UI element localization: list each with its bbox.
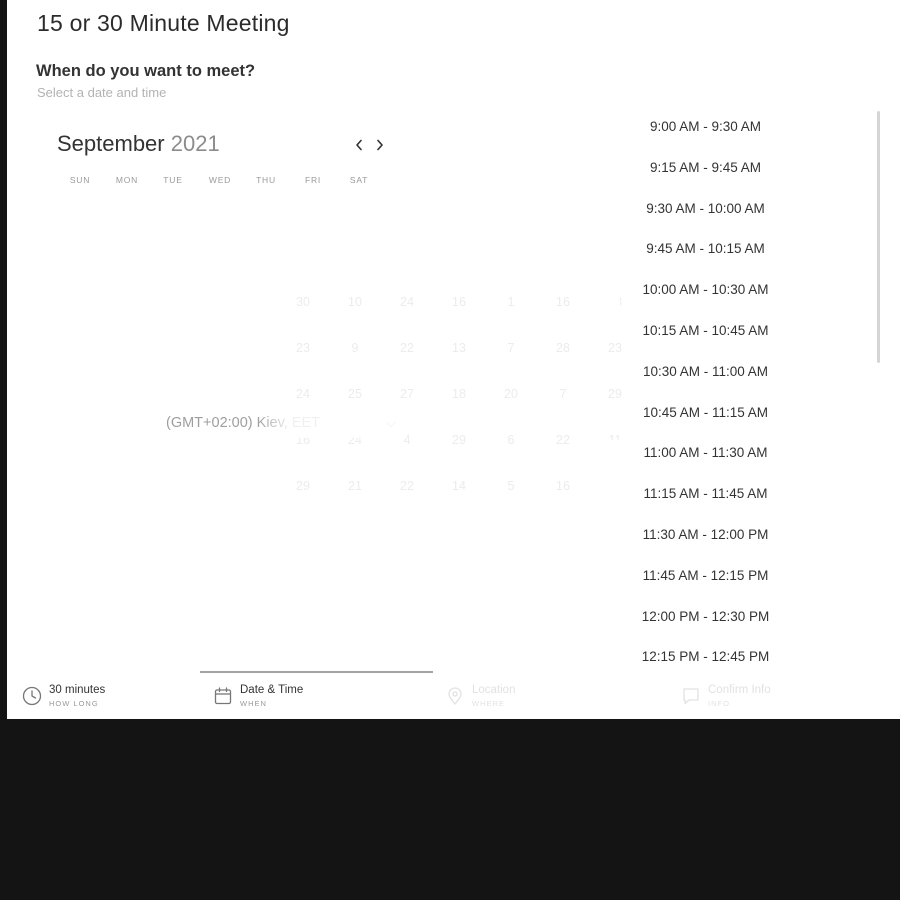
- time-slot[interactable]: 11:45 AM - 12:15 PM: [567, 560, 844, 601]
- calendar-day[interactable]: 5: [485, 479, 537, 493]
- time-slot[interactable]: 12:15 PM - 12:45 PM: [567, 641, 844, 682]
- active-step-indicator: [200, 671, 433, 673]
- prev-month-button[interactable]: [352, 137, 366, 153]
- weekday-label: SUN: [69, 175, 91, 185]
- step-sublabel: HOW LONG: [49, 699, 99, 708]
- calendar-day[interactable]: 7: [485, 341, 537, 355]
- calendar-day[interactable]: 29: [433, 433, 485, 447]
- year-label: 2021: [170, 131, 220, 156]
- calendar-day[interactable]: 22: [381, 479, 433, 493]
- chat-icon: [683, 688, 699, 705]
- calendar-day[interactable]: 21: [329, 479, 381, 493]
- weekday-label: TUE: [163, 175, 183, 185]
- time-slot[interactable]: 12:00 PM - 12:30 PM: [567, 601, 844, 642]
- calendar-month-title: September 2021: [57, 131, 220, 157]
- calendar-day[interactable]: 22: [381, 341, 433, 355]
- month-name: September: [57, 131, 165, 156]
- calendar-day[interactable]: 25: [329, 387, 381, 401]
- page-title: 15 or 30 Minute Meeting: [37, 10, 290, 36]
- step-sublabel: INFO: [708, 699, 730, 708]
- calendar-day[interactable]: 10: [329, 295, 381, 309]
- time-slot[interactable]: 9:15 AM - 9:45 AM: [567, 152, 844, 193]
- booking-panel: 15 or 30 Minute Meeting When do you want…: [7, 0, 900, 719]
- glitch-patch: [590, 277, 620, 309]
- section-subtext: Select a date and time: [37, 85, 167, 100]
- calendar-day[interactable]: 6: [485, 433, 537, 447]
- time-slot[interactable]: 9:00 AM - 9:30 AM: [567, 111, 844, 152]
- glitch-patch: [257, 408, 407, 438]
- calendar-day[interactable]: 30: [277, 295, 329, 309]
- calendar-day[interactable]: 14: [433, 479, 485, 493]
- calendar-day[interactable]: 20: [485, 387, 537, 401]
- calendar-day[interactable]: 1: [485, 295, 537, 309]
- step-label: Date & Time: [240, 684, 304, 696]
- step-label: Location: [472, 684, 516, 696]
- chevron-right-icon: [377, 139, 383, 151]
- chevron-left-icon: [356, 139, 362, 151]
- location-pin-icon: [448, 687, 462, 706]
- time-slot[interactable]: 11:30 AM - 12:00 PM: [567, 519, 844, 560]
- time-slot[interactable]: 9:45 AM - 10:15 AM: [567, 233, 844, 274]
- clock-icon: [22, 686, 42, 706]
- weekday-header: SUN MON TUE WED THU FRI SAT: [57, 175, 387, 187]
- calendar-day[interactable]: 16: [433, 295, 485, 309]
- weekday-label: FRI: [304, 175, 322, 185]
- weekday-label: THU: [256, 175, 276, 185]
- weekday-label: SAT: [349, 175, 369, 185]
- calendar-day[interactable]: 24: [381, 295, 433, 309]
- step-label: 30 minutes: [49, 684, 106, 696]
- glitch-patch: [585, 440, 624, 510]
- calendar-day[interactable]: 23: [277, 341, 329, 355]
- glitch-patch: [595, 318, 622, 331]
- next-month-button[interactable]: [373, 137, 387, 153]
- time-slot-list: 9:00 AM - 9:30 AM 9:15 AM - 9:45 AM 9:30…: [567, 111, 844, 682]
- weekday-label: MON: [115, 175, 139, 185]
- step-sublabel: WHERE: [472, 699, 505, 708]
- calendar-day[interactable]: 24: [277, 387, 329, 401]
- calendar-day[interactable]: 18: [433, 387, 485, 401]
- time-slot-scrollbar[interactable]: [877, 111, 880, 363]
- calendar-day[interactable]: 13: [433, 341, 485, 355]
- weekday-label: WED: [208, 175, 232, 185]
- calendar-day[interactable]: 9: [329, 341, 381, 355]
- time-slot[interactable]: 9:30 AM - 10:00 AM: [567, 193, 844, 234]
- section-heading: When do you want to meet?: [36, 62, 256, 80]
- step-label: Confirm Info: [708, 684, 771, 696]
- calendar-day[interactable]: 27: [381, 387, 433, 401]
- step-sublabel: WHEN: [240, 699, 267, 708]
- calendar-icon: [214, 687, 232, 705]
- time-slot[interactable]: 10:30 AM - 11:00 AM: [567, 356, 844, 397]
- glitch-patch: [593, 400, 623, 412]
- calendar-day[interactable]: 29: [277, 479, 329, 493]
